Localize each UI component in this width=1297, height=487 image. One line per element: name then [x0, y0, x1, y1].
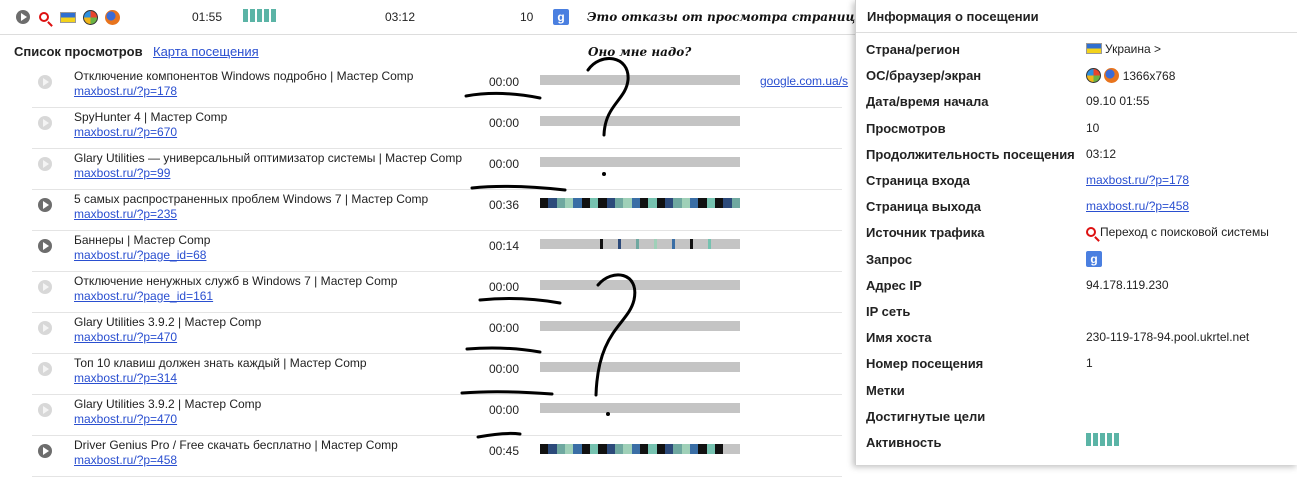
info-value: 1: [1086, 356, 1093, 371]
info-label: Номер посещения: [866, 356, 984, 372]
info-value: 10: [1086, 120, 1100, 135]
info-label: Страница выхода: [866, 199, 982, 215]
info-row: IP сеть: [856, 298, 1297, 324]
info-label: Страна/регион: [866, 42, 960, 57]
info-label: Запрос: [866, 251, 913, 267]
info-row: Метки: [856, 377, 1297, 403]
info-label: Активность: [866, 435, 942, 450]
info-row: Дата/время начала 09.10 01:55: [856, 88, 1297, 114]
info-label: IP сеть: [866, 304, 911, 319]
google-icon[interactable]: g: [1086, 250, 1102, 267]
panel-title: Информация о посещении: [867, 9, 1039, 24]
screen-resolution: 1366x768: [1122, 69, 1176, 84]
page-url-link[interactable]: maxbost.ru/?p=458: [1086, 199, 1189, 213]
search-icon: [1086, 227, 1096, 238]
info-row: Активность: [856, 429, 1297, 455]
info-value: 03:12: [1086, 146, 1117, 161]
info-row: Страница выхода maxbost.ru/?p=458: [856, 193, 1297, 219]
info-row: Адрес IP 94.178.119.230: [856, 272, 1297, 298]
info-label: Метки: [866, 382, 905, 398]
page-url-link[interactable]: maxbost.ru/?p=178: [1086, 173, 1189, 187]
info-label: Дата/время начала: [866, 94, 989, 110]
visit-info-panel: Информация о посещении Страна/регион Укра…: [855, 0, 1297, 465]
windows-icon: [1086, 68, 1101, 84]
firefox-icon: [1104, 68, 1120, 84]
info-label: ОС/браузер/экран: [866, 68, 982, 84]
info-label: Страница входа: [866, 173, 970, 188]
info-row: Запрос g: [856, 246, 1297, 272]
info-label: Достигнутые цели: [866, 408, 986, 424]
divider: [856, 32, 1297, 33]
info-label: Адрес IP: [866, 277, 922, 293]
info-row: Страна/регион Украина >: [856, 36, 1297, 62]
info-value: 230-119-178-94.pool.ukrtel.net: [1086, 330, 1250, 345]
info-label: Источник трафика: [866, 225, 985, 241]
flag-ua-icon: [1086, 43, 1102, 54]
info-row: Достигнутые цели: [856, 403, 1297, 429]
info-row: Просмотров 10: [856, 115, 1297, 141]
info-row: Продолжительность посещения 03:12: [856, 141, 1297, 167]
handwritten-annotations: [460, 57, 637, 439]
info-value: 09.10 01:55: [1086, 94, 1150, 109]
info-label: Продолжительность посещения: [866, 146, 1075, 162]
info-row: Имя хоста 230-119-178-94.pool.ukrtel.net: [856, 324, 1297, 350]
traffic-source: Переход с поисковой системы: [1100, 225, 1269, 240]
info-label: Просмотров: [866, 120, 946, 136]
info-row: ОС/браузер/экран 1366x768: [856, 62, 1297, 88]
info-row: Номер посещения 1: [856, 350, 1297, 376]
country-value[interactable]: Украина >: [1105, 42, 1161, 56]
activity-indicator: [1086, 433, 1119, 446]
info-row: Источник трафика Переход с поисковой сист…: [856, 219, 1297, 245]
info-label: Имя хоста: [866, 330, 932, 346]
info-value: 94.178.119.230: [1086, 277, 1169, 292]
info-row: Страница входа maxbost.ru/?p=178: [856, 167, 1297, 193]
